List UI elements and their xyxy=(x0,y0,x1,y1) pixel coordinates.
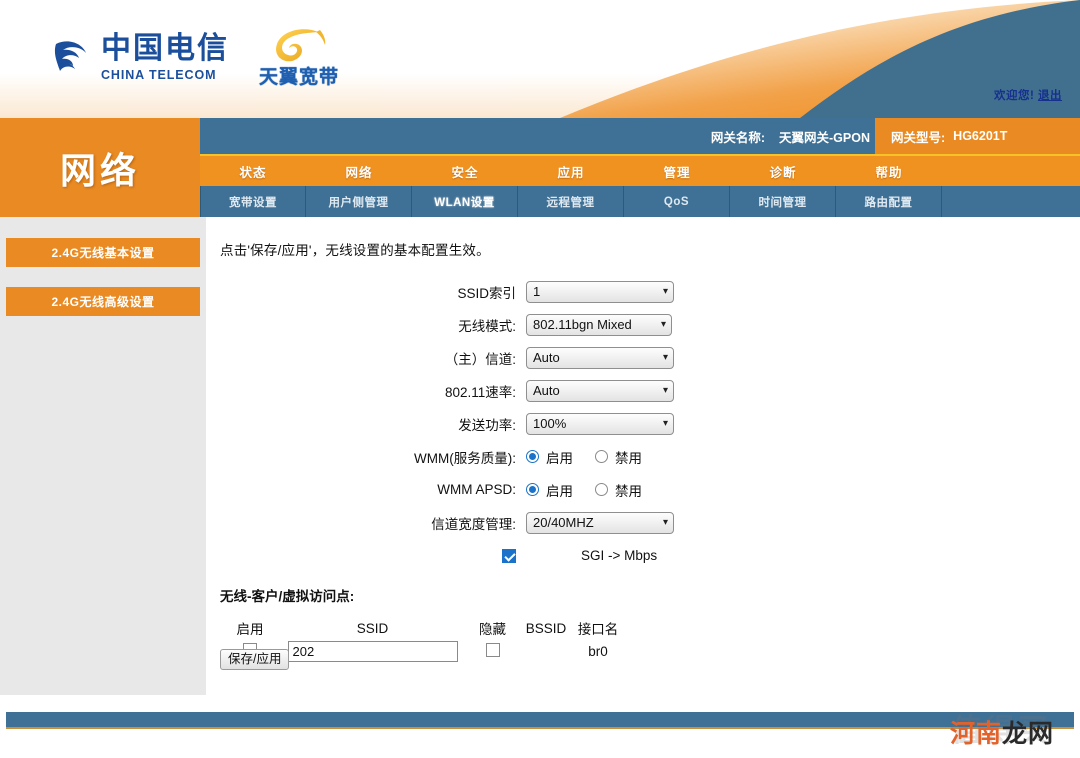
vap-ssid-input[interactable] xyxy=(288,641,458,662)
wmm-radio-group: 启用 禁用 xyxy=(526,447,642,467)
subnav-item-qos[interactable]: QoS xyxy=(624,186,730,217)
footer-bar xyxy=(6,712,1074,729)
sgi-checkbox[interactable] xyxy=(502,549,516,563)
field-row-wireless-mode: 无线模式: 802.11bgn Mixed ▾ xyxy=(206,308,766,341)
sidebar-item-advanced-24g[interactable]: 2.4G无线高级设置 xyxy=(6,287,200,316)
content-area: 点击'保存/应用'，无线设置的基本配置生效。 SSID索引 1 ▾ xyxy=(206,217,1058,695)
section-title-panel: 网络 xyxy=(0,118,200,218)
nav-item-security[interactable]: 安全 xyxy=(412,156,518,186)
welcome-text: 欢迎您! xyxy=(994,90,1034,102)
sidebar: 2.4G无线基本设置 2.4G无线高级设置 xyxy=(0,217,206,695)
wmm-enable-label: 启用 xyxy=(546,447,573,467)
china-telecom-logo: 中国电信 CHINA TELECOM xyxy=(48,34,229,82)
nav-item-status[interactable]: 状态 xyxy=(200,156,306,186)
tianyi-swirl-icon xyxy=(268,26,330,66)
vap-table-header: 启用 SSID 隐藏 BSSID 接口名 xyxy=(220,617,624,639)
header-banner: 中国电信 CHINA TELECOM 天翼宽带 xyxy=(0,0,1080,118)
nav-item-diagnostics[interactable]: 诊断 xyxy=(730,156,836,186)
nav-item-management[interactable]: 管理 xyxy=(624,156,730,186)
vap-col-ssid: SSID xyxy=(280,621,465,636)
bandwidth-select[interactable]: 20/40MHZ xyxy=(526,512,674,534)
brand-name-en: CHINA TELECOM xyxy=(101,69,229,82)
welcome-logout: 欢迎您! 退出 xyxy=(994,87,1062,103)
label-wmm: WMM(服务质量): xyxy=(206,447,526,467)
tx-power-select-wrap: 100% ▾ xyxy=(526,413,674,435)
wmm-apsd-disable-label: 禁用 xyxy=(615,480,642,500)
page-body: 2.4G无线基本设置 2.4G无线高级设置 点击'保存/应用'，无线设置的基本配… xyxy=(0,217,1080,712)
gateway-name-value: 天翼网关-GPON xyxy=(779,127,870,146)
subnav-item-lan[interactable]: 用户侧管理 xyxy=(306,186,412,217)
save-apply-button[interactable]: 保存/应用 xyxy=(220,649,289,670)
label-wireless-mode: 无线模式: xyxy=(206,315,526,335)
label-ssid-index: SSID索引 xyxy=(206,282,526,302)
wireless-basic-form: SSID索引 1 ▾ 无线模式: xyxy=(206,275,766,572)
vap-interface-value: br0 xyxy=(572,644,624,659)
tianyi-broadband-text: 天翼宽带 xyxy=(259,68,339,87)
field-row-wmm: WMM(服务质量): 启用 禁用 xyxy=(206,440,766,473)
sub-nav: 宽带设置 用户侧管理 WLAN设置 远程管理 QoS 时间管理 路由配置 xyxy=(200,186,1080,217)
rate-select-wrap: Auto ▾ xyxy=(526,380,674,402)
vap-col-interface: 接口名 xyxy=(572,618,624,638)
vap-section-title: 无线-客户/虚拟访问点: xyxy=(220,585,354,605)
field-row-wmm-apsd: WMM APSD: 启用 禁用 xyxy=(206,473,766,506)
wmm-disable-label: 禁用 xyxy=(615,447,642,467)
label-rate: 802.11速率: xyxy=(206,381,526,401)
ssid-index-select[interactable]: 1 xyxy=(526,281,674,303)
label-wmm-apsd: WMM APSD: xyxy=(206,482,526,497)
gateway-name-label: 网关名称: xyxy=(711,127,765,146)
wmm-apsd-enable-radio[interactable] xyxy=(526,483,539,496)
wmm-enable-radio[interactable] xyxy=(526,450,539,463)
field-row-ssid-index: SSID索引 1 ▾ xyxy=(206,275,766,308)
nav-item-application[interactable]: 应用 xyxy=(518,156,624,186)
wmm-apsd-radio-group: 启用 禁用 xyxy=(526,480,642,500)
tx-power-select[interactable]: 100% xyxy=(526,413,674,435)
subnav-item-time[interactable]: 时间管理 xyxy=(730,186,836,217)
label-bandwidth: 信道宽度管理: xyxy=(206,513,526,533)
china-telecom-mark-icon xyxy=(48,35,94,81)
subnav-filler xyxy=(942,186,1080,217)
wireless-mode-select-wrap: 802.11bgn Mixed ▾ xyxy=(526,314,672,336)
field-row-tx-power: 发送功率: 100% ▾ xyxy=(206,407,766,440)
wmm-disable-radio[interactable] xyxy=(595,450,608,463)
wmm-apsd-enable-label: 启用 xyxy=(546,480,573,500)
sgi-label: SGI -> Mbps xyxy=(581,548,657,563)
subnav-item-wlan[interactable]: WLAN设置 xyxy=(412,186,518,217)
gateway-name: 网关名称: 天翼网关-GPON xyxy=(711,118,870,154)
vap-col-enable: 启用 xyxy=(220,618,280,638)
subnav-item-remote[interactable]: 远程管理 xyxy=(518,186,624,217)
field-row-bandwidth: 信道宽度管理: 20/40MHZ ▾ xyxy=(206,506,766,539)
channel-select[interactable]: Auto xyxy=(526,347,674,369)
sidebar-item-basic-24g[interactable]: 2.4G无线基本设置 xyxy=(6,238,200,267)
gateway-model-label: 网关型号: xyxy=(891,127,945,146)
label-channel: （主）信道: xyxy=(206,348,526,368)
wireless-mode-select[interactable]: 802.11bgn Mixed xyxy=(526,314,672,336)
intro-text: 点击'保存/应用'，无线设置的基本配置生效。 xyxy=(220,239,490,259)
ssid-index-select-wrap: 1 ▾ xyxy=(526,281,674,303)
vap-col-bssid: BSSID xyxy=(520,621,572,636)
rate-select[interactable]: Auto xyxy=(526,380,674,402)
subnav-item-broadband[interactable]: 宽带设置 xyxy=(200,186,306,217)
nav-item-network[interactable]: 网络 xyxy=(306,156,412,186)
gateway-model-value: HG6201T xyxy=(953,129,1007,143)
vap-col-hidden: 隐藏 xyxy=(465,618,520,638)
main-nav: 状态 网络 安全 应用 管理 诊断 帮助 xyxy=(200,154,1080,186)
logo-group: 中国电信 CHINA TELECOM 天翼宽带 xyxy=(48,26,339,89)
page-title: 网络 xyxy=(60,142,140,194)
field-row-sgi: SGI -> Mbps xyxy=(206,539,766,572)
tianyi-broadband-logo: 天翼宽带 xyxy=(259,26,339,87)
gateway-model: 网关型号: HG6201T xyxy=(875,118,1080,154)
field-row-rate: 802.11速率: Auto ▾ xyxy=(206,374,766,407)
label-tx-power: 发送功率: xyxy=(206,414,526,434)
bandwidth-select-wrap: 20/40MHZ ▾ xyxy=(526,512,674,534)
vap-hidden-checkbox[interactable] xyxy=(486,643,500,657)
field-row-channel: （主）信道: Auto ▾ xyxy=(206,341,766,374)
subnav-item-routing[interactable]: 路由配置 xyxy=(836,186,942,217)
wmm-apsd-disable-radio[interactable] xyxy=(595,483,608,496)
logout-link[interactable]: 退出 xyxy=(1038,90,1062,102)
channel-select-wrap: Auto ▾ xyxy=(526,347,674,369)
router-admin-page: 中国电信 CHINA TELECOM 天翼宽带 xyxy=(0,0,1080,758)
nav-item-help[interactable]: 帮助 xyxy=(836,156,942,186)
brand-name-zh: 中国电信 xyxy=(101,34,229,64)
